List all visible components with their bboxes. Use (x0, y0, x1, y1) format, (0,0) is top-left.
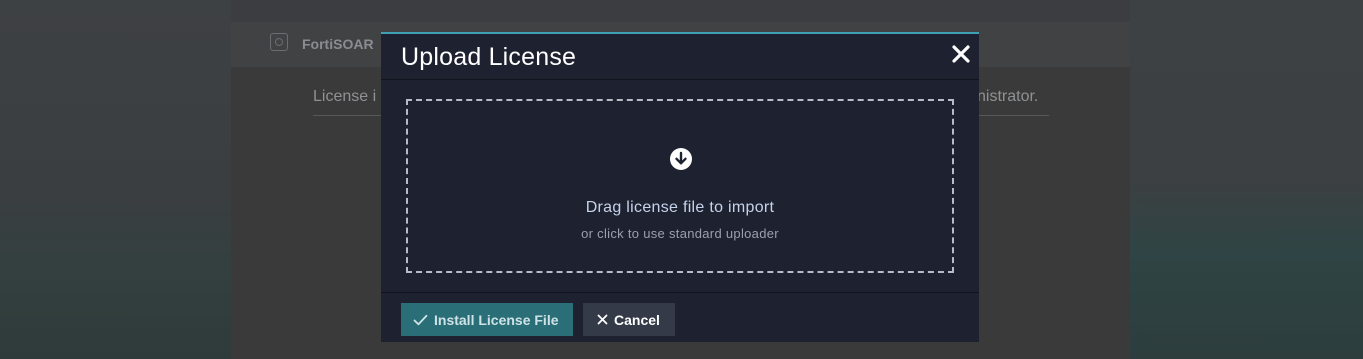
background-message-end: nistrator. (977, 88, 1039, 105)
license-dropzone[interactable]: Drag license file to import or click to … (406, 99, 954, 273)
cancel-label: Cancel (614, 311, 660, 328)
cancel-button[interactable]: Cancel (583, 303, 675, 336)
modal-footer: Install License File Cancel (381, 292, 979, 342)
install-license-label: Install License File (434, 311, 559, 328)
background-left-panel (0, 0, 231, 359)
modal-title: Upload License (401, 43, 577, 71)
close-icon (949, 42, 973, 66)
background-right-panel (1130, 0, 1363, 359)
arrow-down-circle-icon (670, 148, 692, 170)
dropzone-title: Drag license file to import (585, 199, 775, 216)
brand-name: FortiSOAR (302, 36, 374, 52)
fortisoar-logo-icon (270, 33, 288, 51)
dropzone-subtitle[interactable]: or click to use standard uploader (408, 226, 952, 241)
check-icon (413, 314, 428, 326)
close-icon (597, 314, 608, 325)
close-button[interactable] (949, 42, 973, 66)
install-license-button[interactable]: Install License File (401, 303, 573, 336)
modal-header: Upload License (381, 34, 979, 80)
background-message-start: License i (313, 88, 377, 105)
upload-license-modal: Upload License Drag license file to impo… (381, 32, 979, 342)
